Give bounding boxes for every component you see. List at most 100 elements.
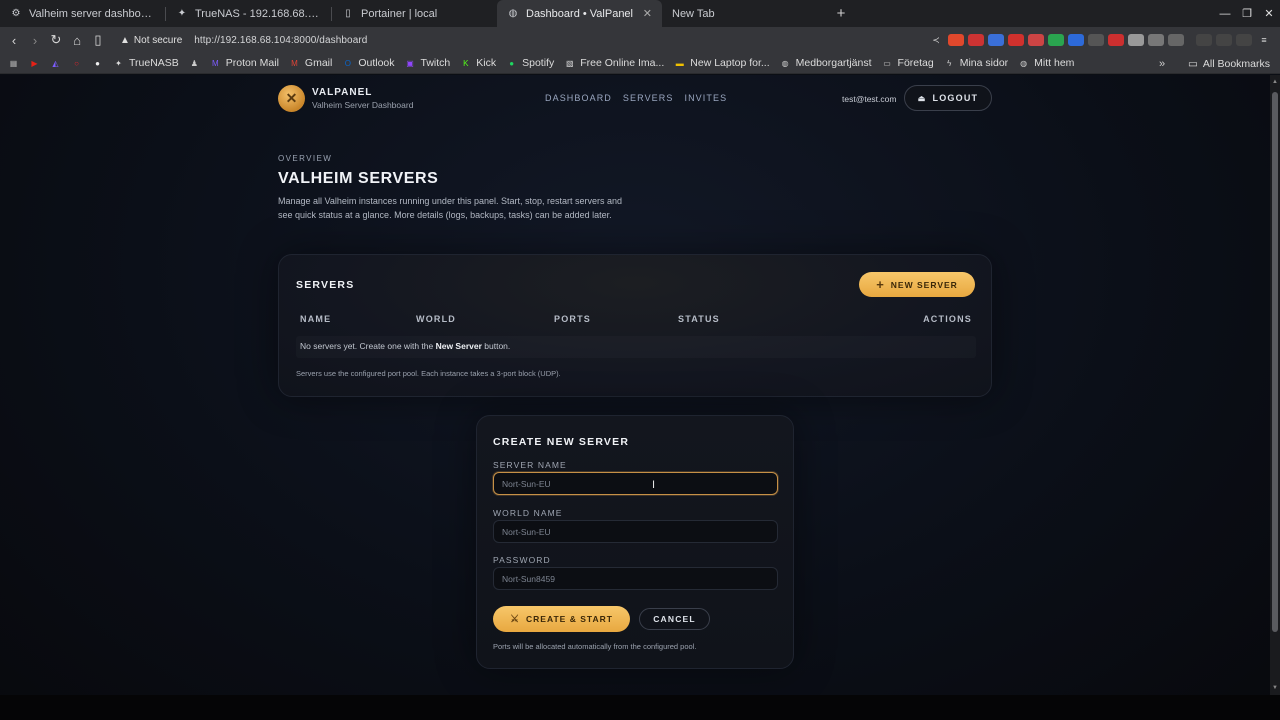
server-name-placeholder: Nort-Sun-EU	[502, 478, 551, 489]
rewards-icon[interactable]	[968, 34, 984, 46]
bookmark-new-laptop-for[interactable]: ▬ New Laptop for...	[674, 57, 770, 69]
reload-icon[interactable]: ↻	[46, 30, 66, 50]
world-name-input[interactable]: Nort-Sun-EU	[493, 520, 778, 543]
bookmark-person[interactable]: ♟	[189, 58, 200, 69]
tab-valpanel-dashboard[interactable]: ◍ Dashboard • ValPanel ✕	[497, 0, 662, 27]
forward-icon[interactable]: ›	[25, 30, 45, 50]
bookmark-youtube[interactable]: ▶	[29, 58, 40, 69]
bookmark-kick[interactable]: K Kick	[460, 57, 496, 69]
page-description: Manage all Valheim instances running und…	[278, 196, 623, 220]
user-email: test@test.com	[842, 94, 897, 104]
create-server-card: CREATE NEW SERVER SERVER NAME Nort-Sun-E…	[476, 415, 794, 669]
bookmark-truenasb[interactable]: ✦ TrueNASB	[113, 57, 179, 69]
bookmark-mina-sidor[interactable]: ϟ Mina sidor	[944, 57, 1008, 69]
server-name-input[interactable]: Nort-Sun-EU I	[493, 472, 778, 495]
tab-portainer[interactable]: ▯ Portainer | local	[332, 0, 497, 27]
minimize-icon[interactable]: —	[1214, 8, 1236, 20]
share-icon[interactable]: ≺	[928, 34, 944, 46]
wallet-icon[interactable]	[1216, 34, 1232, 46]
overview-eyebrow: OVERVIEW	[278, 154, 333, 163]
create-and-start-button[interactable]: ⚔ CREATE & START	[493, 606, 630, 632]
extension-icon[interactable]	[1048, 34, 1064, 46]
cancel-button[interactable]: CANCEL	[639, 608, 710, 630]
nav-dashboard[interactable]: DASHBOARD	[545, 93, 612, 103]
back-icon[interactable]: ‹	[4, 30, 24, 50]
tab-new-tab[interactable]: New Tab	[662, 0, 827, 27]
bookmark-f-retag[interactable]: ▭ Företag	[882, 57, 933, 69]
close-tab-icon[interactable]: ✕	[643, 7, 652, 20]
crossed-swords-icon: ⚔	[510, 613, 521, 625]
all-bookmarks-button[interactable]: ▭ All Bookmarks	[1188, 53, 1270, 74]
nav-invites[interactable]: INVITES	[684, 93, 727, 103]
bookmark-gmail[interactable]: M Gmail	[289, 57, 332, 69]
plus-icon: +	[876, 277, 885, 292]
brand-subtitle: Valheim Server Dashboard	[312, 100, 414, 110]
close-window-icon[interactable]: ✕	[1258, 7, 1280, 20]
sidebar-icon[interactable]	[1196, 34, 1212, 46]
more-bookmarks-chevron-icon[interactable]: »	[1159, 53, 1165, 74]
bookmark-label: Mitt hem	[1034, 57, 1075, 69]
bookmark-outlook[interactable]: O Outlook	[342, 57, 395, 69]
menu-icon[interactable]: ≡	[1256, 34, 1272, 46]
tab-label: Valheim server dashbord - Br	[29, 7, 155, 20]
bookmark-label: Mina sidor	[959, 57, 1009, 69]
restore-icon[interactable]: ❐	[1236, 7, 1258, 20]
bookmark-label: Twitch	[420, 57, 451, 69]
bookmark-twitch[interactable]: ▣ Twitch	[405, 57, 451, 69]
extension-icon[interactable]	[1108, 34, 1124, 46]
bookmark-proton-mail[interactable]: M Proton Mail	[210, 57, 279, 69]
world-name-placeholder: Nort-Sun-EU	[502, 526, 551, 537]
url-text[interactable]: http://192.168.68.104:8000/dashboard	[194, 35, 367, 46]
scrollbar-thumb[interactable]	[1272, 92, 1278, 632]
bookmark-label: Medborgartjänst	[795, 57, 872, 69]
home-icon[interactable]: ⌂	[67, 30, 87, 50]
truenas-icon: ✦	[177, 8, 187, 19]
bookmark-medborgartj-nst[interactable]: ◍ Medborgartjänst	[780, 57, 872, 69]
omnibox[interactable]: ▲ Not secure http://192.168.68.104:8000/…	[120, 30, 367, 50]
extension-icon[interactable]	[1088, 34, 1104, 46]
bookmark-github[interactable]: ●	[92, 58, 103, 69]
page-title: VALHEIM SERVERS	[278, 170, 439, 187]
nav-servers[interactable]: SERVERS	[623, 93, 674, 103]
scroll-down-icon[interactable]: ▼	[1271, 685, 1279, 691]
tab-truenas[interactable]: ✦ TrueNAS - 192.168.68.104	[166, 0, 331, 27]
extension-icon[interactable]	[1008, 34, 1024, 46]
bookmark-apps-grid[interactable]: ▦	[8, 58, 19, 69]
extension-icon[interactable]	[1028, 34, 1044, 46]
warning-icon: ▲	[120, 34, 130, 46]
new-server-button[interactable]: + NEW SERVER	[859, 272, 975, 297]
app-header: ✕ VALPANEL Valheim Server Dashboard DASH…	[278, 83, 992, 115]
logout-button[interactable]: ⏏ LOGOUT	[904, 85, 992, 111]
globe-icon: ◍	[508, 8, 518, 19]
scroll-up-icon[interactable]: ▲	[1271, 79, 1279, 85]
bookmark-free-online-ima[interactable]: ▧ Free Online Ima...	[564, 57, 664, 69]
brave-shield-icon[interactable]	[948, 34, 964, 46]
tab-valheim-server-dashboard[interactable]: ⚙ Valheim server dashbord - Br	[0, 0, 165, 27]
bookmark-opera[interactable]: ○	[71, 58, 82, 69]
laptop-icon: ▬	[675, 58, 684, 68]
new-tab-button[interactable]: +	[827, 0, 855, 27]
bookmarks-bar: ▦ ▶ ◭ ○ ● ✦ TrueNASB ♟ M Proton Mail M Gmail O Outloo…	[0, 53, 1280, 74]
extensions-puzzle-icon[interactable]	[1148, 34, 1164, 46]
bookmark-icon[interactable]: ▯	[88, 30, 108, 50]
column-header-ports: PORTS	[554, 314, 592, 324]
password-input[interactable]: Nort-Sun8459	[493, 567, 778, 590]
opera-icon: ○	[74, 58, 79, 68]
brand-title: VALPANEL	[312, 87, 373, 98]
youtube-icon: ▶	[31, 58, 38, 68]
window-controls: — ❐ ✕	[1214, 0, 1280, 27]
globe-icon: ◍	[781, 58, 789, 68]
extension-icon[interactable]	[1068, 34, 1084, 46]
leo-ai-icon[interactable]	[1236, 34, 1252, 46]
extension-icon[interactable]	[1128, 34, 1144, 46]
page-content: ✕ VALPANEL Valheim Server Dashboard DASH…	[0, 75, 1270, 720]
screenshot-icon[interactable]	[1168, 34, 1184, 46]
valpanel-logo-icon[interactable]: ✕	[278, 85, 305, 112]
bookmark-mitt-hem[interactable]: ◍ Mitt hem	[1018, 57, 1074, 69]
translate-icon[interactable]	[988, 34, 1004, 46]
servers-card: SERVERS + NEW SERVER NAME WORLD PORTS ST…	[278, 254, 992, 397]
security-indicator[interactable]: ▲ Not secure	[120, 35, 182, 46]
bookmark-proton[interactable]: ◭	[50, 58, 61, 69]
bookmark-spotify[interactable]: ● Spotify	[506, 57, 554, 69]
bolt-icon: ϟ	[947, 58, 952, 68]
